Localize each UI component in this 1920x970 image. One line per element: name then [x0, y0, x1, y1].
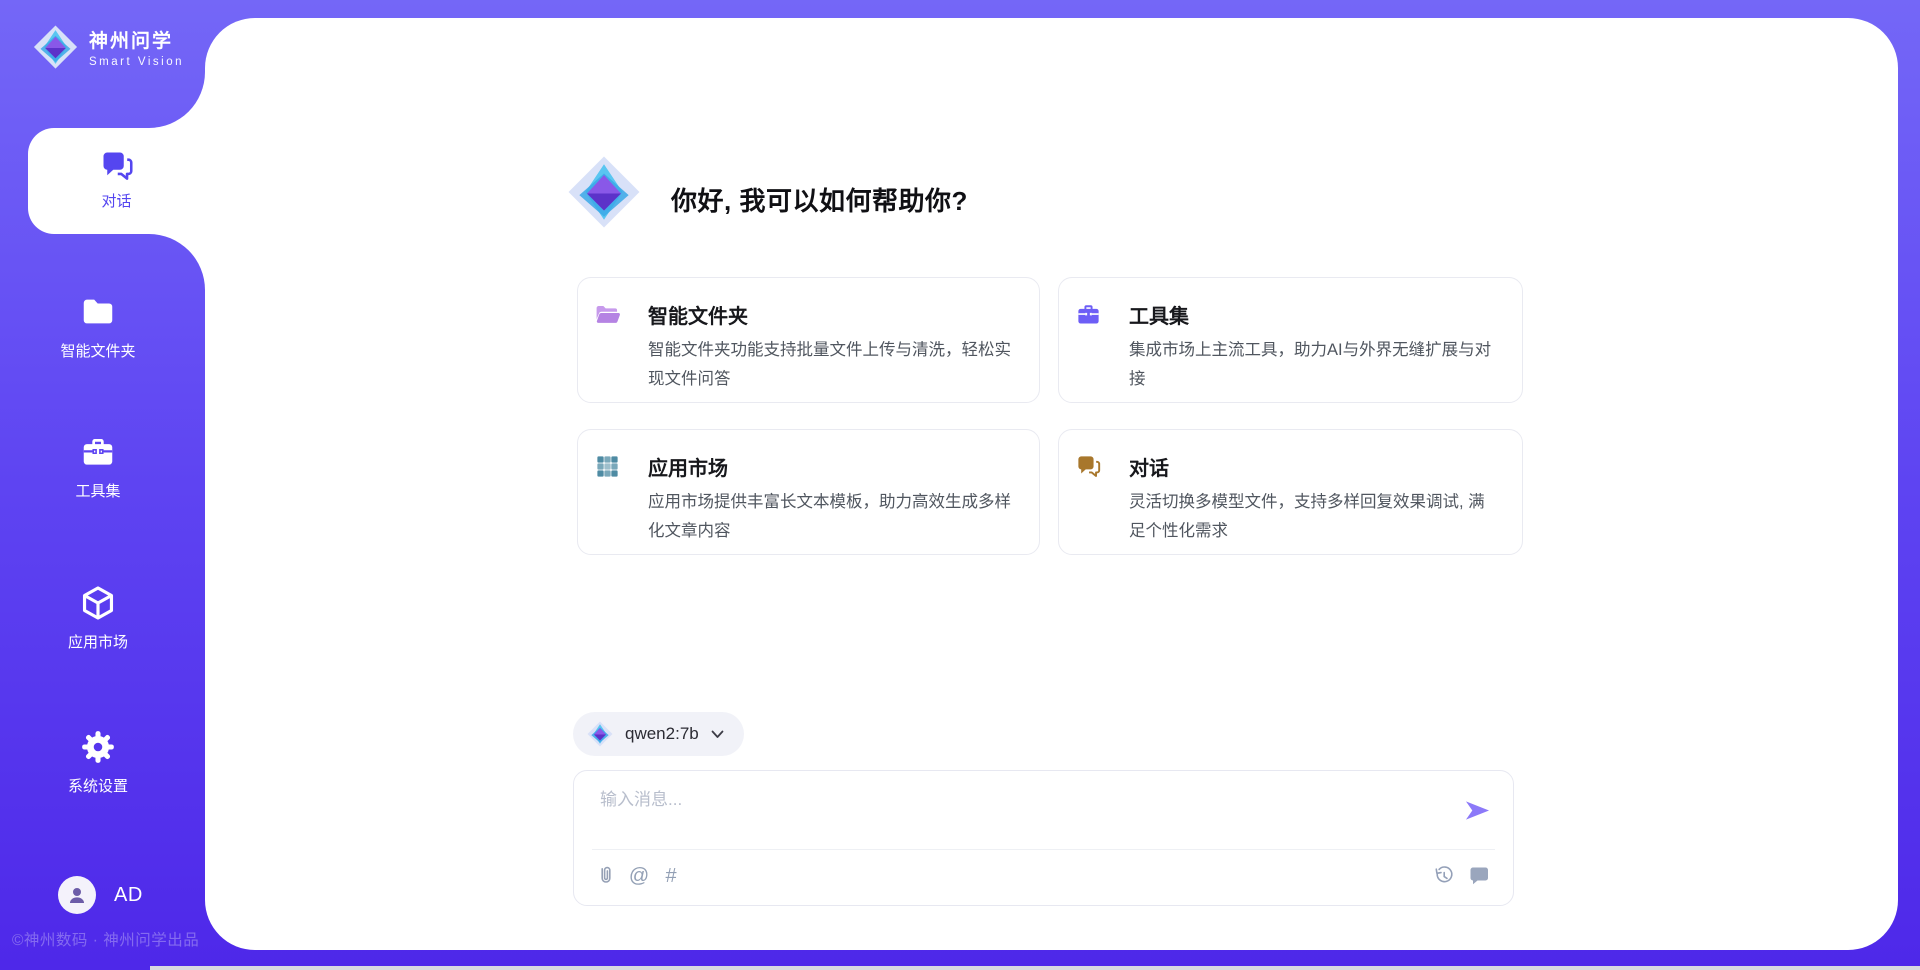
messages-icon[interactable] [1467, 864, 1491, 888]
card-description: 应用市场提供丰富长文本模板，助力高效生成多样化文章内容 [648, 488, 1013, 546]
card-app-market[interactable]: 应用市场 应用市场提供丰富长文本模板，助力高效生成多样化文章内容 [577, 429, 1040, 555]
chevron-down-icon [711, 730, 724, 739]
tab-fillet-bottom [149, 234, 205, 290]
chat-icon [99, 148, 135, 184]
greeting-text: 你好, 我可以如何帮助你? [671, 181, 968, 218]
attachment-icon[interactable] [594, 864, 618, 888]
sidebar-item-smart-folder[interactable]: 智能文件夹 [0, 293, 196, 361]
composer-divider [592, 849, 1495, 850]
card-smart-folder[interactable]: 智能文件夹 智能文件夹功能支持批量文件上传与清洗，轻松实现文件问答 [577, 277, 1040, 403]
quick-start-cards: 智能文件夹 智能文件夹功能支持批量文件上传与清洗，轻松实现文件问答 工具集 集成… [577, 277, 1523, 555]
folder-open-icon [594, 301, 621, 328]
card-title: 工具集 [1129, 300, 1494, 329]
card-description: 智能文件夹功能支持批量文件上传与清洗，轻松实现文件问答 [648, 336, 1013, 394]
greeting-row: 你好, 我可以如何帮助你? [567, 148, 968, 236]
grid-icon [594, 453, 621, 480]
card-description: 灵活切换多模型文件，支持多样回复效果调试, 满足个性化需求 [1129, 488, 1496, 546]
sidebar-item-toolset[interactable]: 工具集 [0, 433, 196, 501]
composer-tools-right [1432, 864, 1491, 888]
topic-icon[interactable]: # [660, 864, 682, 888]
app-name: 神州问学 [89, 26, 184, 53]
message-input[interactable] [600, 785, 1420, 815]
chat-icon [1075, 453, 1102, 480]
model-selector[interactable]: qwen2:7b [573, 712, 744, 756]
tab-fillet-top [149, 72, 205, 128]
card-title: 对话 [1129, 452, 1494, 481]
mention-icon[interactable]: @ [628, 864, 650, 888]
send-icon[interactable] [1464, 798, 1491, 823]
avatar [58, 876, 96, 914]
card-chat[interactable]: 对话 灵活切换多模型文件，支持多样回复效果调试, 满足个性化需求 [1058, 429, 1523, 555]
sidebar-item-label: 工具集 [75, 480, 120, 501]
gear-icon [78, 728, 118, 766]
sidebar-item-label: 对话 [101, 190, 131, 211]
composer-tools-left: @ # [594, 864, 682, 888]
user-initials: AD [114, 884, 143, 907]
folder-icon [78, 293, 118, 331]
card-title: 应用市场 [648, 452, 1011, 481]
briefcase-icon [1075, 301, 1102, 328]
copyright-text: ©神州数码 · 神州问学出品 [12, 928, 199, 950]
person-icon [65, 883, 89, 907]
app-logo: 神州问学 Smart Vision [33, 22, 184, 72]
app-logo-gem-icon [567, 148, 641, 236]
cube-icon [78, 584, 118, 622]
history-icon[interactable] [1432, 864, 1456, 888]
gem-logo-icon [587, 720, 613, 748]
sidebar-item-app-market[interactable]: 应用市场 [0, 584, 196, 652]
card-title: 智能文件夹 [648, 300, 1011, 329]
model-name: qwen2:7b [625, 724, 699, 744]
card-toolset[interactable]: 工具集 集成市场上主流工具，助力AI与外界无缝扩展与对接 [1058, 277, 1523, 403]
sidebar-item-chat[interactable]: 对话 [28, 128, 205, 234]
toolbox-icon [78, 433, 118, 471]
sidebar-item-label: 系统设置 [68, 775, 128, 796]
main-content-panel: 你好, 我可以如何帮助你? 智能文件夹 智能文件夹功能支持批量文件上传与清洗，轻… [205, 18, 1898, 950]
user-account[interactable]: AD [58, 876, 143, 914]
sidebar-item-label: 应用市场 [68, 631, 128, 652]
app-logo-gem-icon [33, 22, 78, 72]
sidebar-item-settings[interactable]: 系统设置 [0, 728, 196, 796]
card-description: 集成市场上主流工具，助力AI与外界无缝扩展与对接 [1129, 336, 1496, 394]
message-composer: @ # [573, 770, 1514, 906]
sidebar-item-label: 智能文件夹 [60, 340, 135, 361]
app-subtitle: Smart Vision [89, 56, 184, 68]
page-bottom-edge [150, 966, 1920, 970]
